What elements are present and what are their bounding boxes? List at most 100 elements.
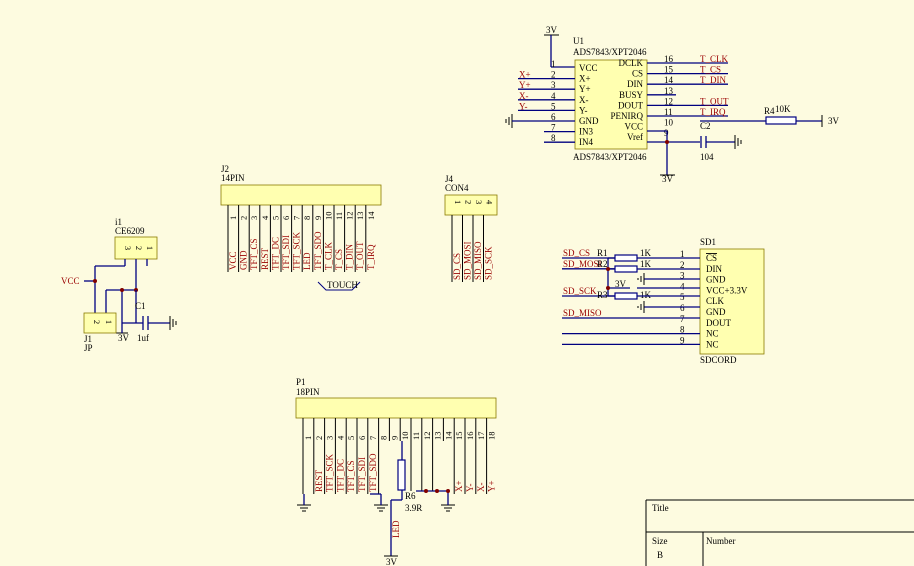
r2-value: 1K <box>640 259 652 269</box>
j2-pin-number: 2 <box>239 216 249 220</box>
j2-signal-label: T_DIN <box>345 244 355 270</box>
c1-designator: C1 <box>135 301 146 311</box>
j1-jumper: 2 1 J1 JP <box>83 312 117 353</box>
i1-part: CE6209 <box>115 226 145 236</box>
j2-signal-label: T_OUT <box>355 241 365 270</box>
j4-pin-number: 3 <box>474 200 484 204</box>
u1-net-label: T_IRQ <box>700 107 726 117</box>
j4-body <box>444 194 498 216</box>
ground-symbol <box>505 114 513 128</box>
j2-signal-label: TFT_SDO <box>313 231 323 270</box>
j2-pin-number: 12 <box>345 212 355 221</box>
i1-out-label: 3V <box>118 333 130 343</box>
u1-part-top: ADS7843/XPT2046 <box>573 47 647 57</box>
u1-pin-name: Vref <box>627 132 643 142</box>
j1-pin-number: 2 <box>92 320 102 324</box>
r2-resistor <box>614 265 638 273</box>
j2-pin-number: 3 <box>249 216 259 220</box>
j2-signal-label: LED <box>302 252 312 270</box>
sd1-net-label: SD_CS <box>563 248 590 258</box>
u1-net-label: T_OUT <box>700 96 729 106</box>
u1-pin-name: Y+ <box>579 84 591 94</box>
j2-signal-label: REST <box>260 247 270 270</box>
j2-body <box>220 184 382 206</box>
j2-pin-number: 13 <box>355 212 365 221</box>
u1-pin-number: 1 <box>551 59 556 69</box>
p1-pin-number: 2 <box>314 436 324 440</box>
u1-pin-name: GND <box>579 116 599 126</box>
sd1-part: SDCORD <box>700 355 737 365</box>
r4-supply: 3V <box>828 116 840 126</box>
p1-led-net: LED <box>391 520 401 538</box>
u1-pin-name: PENIRQ <box>610 111 643 121</box>
p1-pin-number: 9 <box>389 436 399 440</box>
ground-symbol <box>637 301 645 313</box>
schematic-sheet: 3V U1 ADS7843/XPT2046 ADS7843/XPT2046 VC… <box>61 25 914 566</box>
p1-pin-number: 16 <box>465 432 475 441</box>
sd1-pin-name: CS <box>706 253 717 263</box>
p1-pin-number: 13 <box>433 432 443 441</box>
p1-signal-label: Y- <box>465 483 475 492</box>
u1-net-label: X- <box>519 91 529 101</box>
r3-value: 1K <box>640 290 652 300</box>
size-value: B <box>657 550 663 560</box>
j4-signal-label: SD_CS <box>452 253 462 280</box>
j4-signal-label: SD_SCK <box>484 246 494 280</box>
u1-pin-name: CS <box>632 69 643 79</box>
j2-pin-number: 9 <box>313 216 323 220</box>
r2-designator: R2 <box>597 259 608 269</box>
p1-part: 18PIN <box>296 387 320 397</box>
r6-value: 3.9R <box>405 503 422 513</box>
sd1-net-label: SD_MOSI <box>563 259 602 269</box>
r1-resistor <box>614 254 638 262</box>
u1-pin-name: DIN <box>627 79 643 89</box>
r6-designator: R6 <box>405 491 416 501</box>
p1-signal-label: TFT_SDI <box>357 457 367 492</box>
u1-net-label: X+ <box>519 70 531 80</box>
j2-pin-number: 5 <box>270 216 280 220</box>
p1-signal-label: TFT_SDO <box>368 453 378 492</box>
vref-supply-label: 3V <box>662 174 674 184</box>
u1-pin-name: VCC <box>624 122 643 132</box>
r4-designator: R4 <box>764 106 775 116</box>
sd1-pin-name: VCC+3.3V <box>706 285 748 295</box>
u1-pin-name: DOUT <box>618 100 643 110</box>
j2-pin-number: 10 <box>323 212 333 221</box>
sd1-pin-name: CLK <box>706 296 725 306</box>
sd1-net-label: SD_MISO <box>563 308 602 318</box>
i1-pin-number: 1 <box>145 246 155 250</box>
r6-resistor <box>397 459 406 491</box>
p1-pin-number: 4 <box>335 435 345 440</box>
u1-pin-name: X+ <box>579 74 591 84</box>
u1-pin-name: IN4 <box>579 137 593 147</box>
r4-resistor <box>765 116 797 125</box>
c1-capacitor: C1 1uf <box>135 301 177 343</box>
j2-pin-number: 14 <box>366 211 376 220</box>
j2-signal-label: T_CS <box>334 249 344 270</box>
p1-pin-number: 1 <box>303 436 313 440</box>
ground-symbol <box>297 504 311 512</box>
number-label: Number <box>706 536 736 546</box>
j1-part: JP <box>84 343 93 353</box>
p1-designator: P1 <box>296 377 306 387</box>
u1-right-pins: DCLK 16 T_CLKCS 15 T_CSDIN 14 T_DINBUSY 13DOUT 1… <box>610 54 729 142</box>
sd1-card-socket: SD1 SDCORD 1 CSSD_CS2 DINSD_MOSI3 GND4 VCC+3… <box>562 237 765 365</box>
u1-designator: U1 <box>573 36 584 46</box>
sd1-pin-name: NC <box>706 339 719 349</box>
p1-pin-number: 14 <box>443 431 453 440</box>
p1-pin-number: 11 <box>411 432 421 440</box>
p1-pin-number: 10 <box>400 432 410 441</box>
c2-value: 104 <box>700 152 714 162</box>
sd1-pin-number: 4 <box>680 281 685 291</box>
sd1-designator: SD1 <box>700 237 716 247</box>
p1-pin-number: 8 <box>379 436 389 440</box>
p1-pin-number: 6 <box>357 436 367 440</box>
j2-pin-number: 1 <box>228 216 238 220</box>
i1-pin-number: 3 <box>123 246 133 250</box>
j2-signal-label: T_CLK <box>323 242 333 270</box>
u1-net-label: T_CS <box>700 65 721 75</box>
j2-pin-number: 11 <box>334 212 344 220</box>
j2-signal-label: TFT_SDI <box>281 235 291 270</box>
j2-signal-label: GND <box>239 250 249 270</box>
p1-supply-label: 3V <box>386 557 398 566</box>
